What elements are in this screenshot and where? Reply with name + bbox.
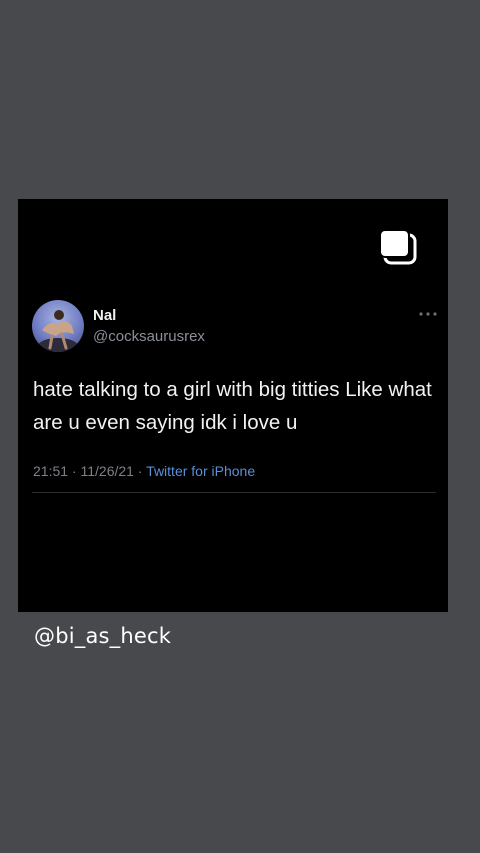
post-card[interactable]: Nal @cocksaurusrex hate talking to a gir… bbox=[18, 199, 448, 612]
divider bbox=[32, 492, 436, 493]
more-options-icon[interactable] bbox=[418, 310, 438, 318]
tweet-time: 21:51 bbox=[33, 463, 69, 479]
username-handle[interactable]: @cocksaurusrex bbox=[93, 328, 205, 345]
display-name[interactable]: Nal bbox=[93, 307, 116, 324]
meta-separator: · bbox=[68, 463, 81, 479]
caption-mention[interactable]: @bi_as_heck bbox=[34, 624, 171, 648]
tweet-date: 11/26/21 bbox=[80, 463, 134, 479]
tweet-client-link[interactable]: Twitter for iPhone bbox=[146, 463, 255, 479]
meta-separator: · bbox=[133, 463, 147, 479]
story-page: Nal @cocksaurusrex hate talking to a gir… bbox=[0, 0, 480, 853]
avatar[interactable] bbox=[32, 300, 84, 352]
multiple-posts-icon[interactable] bbox=[379, 229, 419, 267]
tweet-meta: 21:51 · 11/26/21 · Twitter for iPhone bbox=[33, 463, 255, 479]
tweet-text: hate talking to a girl with big titties … bbox=[33, 378, 432, 434]
